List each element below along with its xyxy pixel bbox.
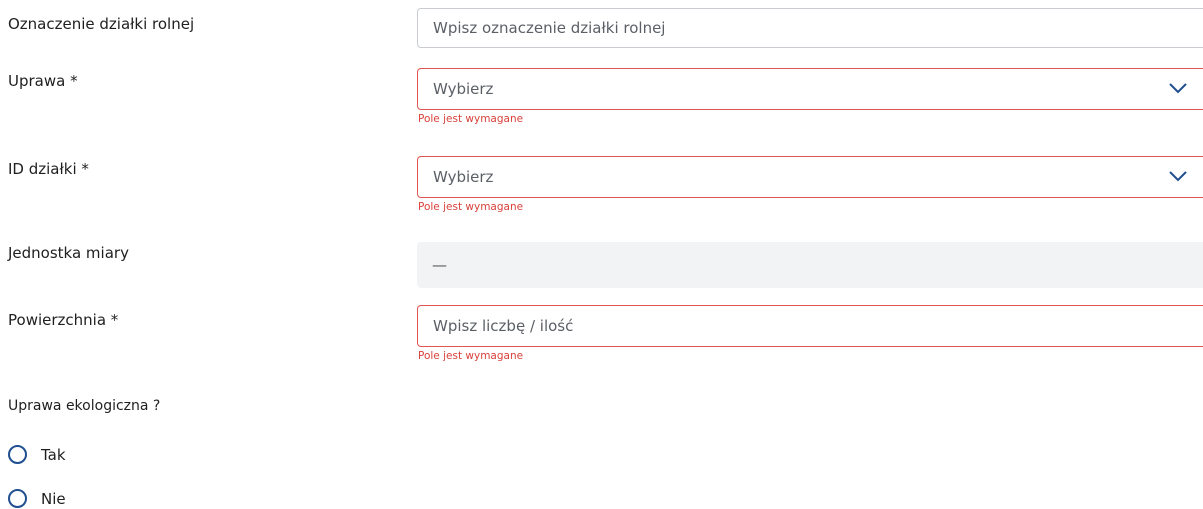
area-input[interactable]: Wpisz liczbę / ilość xyxy=(417,305,1203,347)
crop-select-value: Wybierz xyxy=(433,80,494,98)
plot-designation-label: Oznaczenie działki rolnej xyxy=(8,15,195,33)
area-label: Powierzchnia * xyxy=(8,311,119,329)
radio-option-tak-label: Tak xyxy=(41,445,66,464)
crop-select[interactable]: Wybierz xyxy=(417,68,1203,110)
organic-question-label: Uprawa ekologiczna ? xyxy=(8,398,161,414)
unit-value: — xyxy=(432,256,447,274)
radio-unchecked-icon[interactable] xyxy=(8,489,27,508)
unit-readonly-field: — xyxy=(417,242,1203,288)
area-error-message: Pole jest wymagane xyxy=(418,350,524,362)
radio-unchecked-icon[interactable] xyxy=(8,445,27,464)
plot-id-select-value: Wybierz xyxy=(433,168,494,186)
chevron-down-icon xyxy=(1169,83,1187,94)
crop-error-message: Pole jest wymagane xyxy=(418,113,524,125)
plot-id-select[interactable]: Wybierz xyxy=(417,156,1203,198)
plot-designation-input[interactable]: Wpisz oznaczenie działki rolnej xyxy=(417,8,1203,48)
radio-option-nie-label: Nie xyxy=(41,489,66,508)
plot-designation-placeholder: Wpisz oznaczenie działki rolnej xyxy=(433,19,666,37)
plot-id-error-message: Pole jest wymagane xyxy=(418,201,524,213)
unit-label: Jednostka miary xyxy=(8,244,129,262)
area-placeholder: Wpisz liczbę / ilość xyxy=(433,317,574,335)
plot-id-label: ID działki * xyxy=(8,160,89,178)
chevron-down-icon xyxy=(1169,171,1187,182)
radio-option-nie[interactable]: Nie xyxy=(8,489,66,508)
crop-label: Uprawa * xyxy=(8,72,78,90)
radio-option-tak[interactable]: Tak xyxy=(8,445,66,464)
